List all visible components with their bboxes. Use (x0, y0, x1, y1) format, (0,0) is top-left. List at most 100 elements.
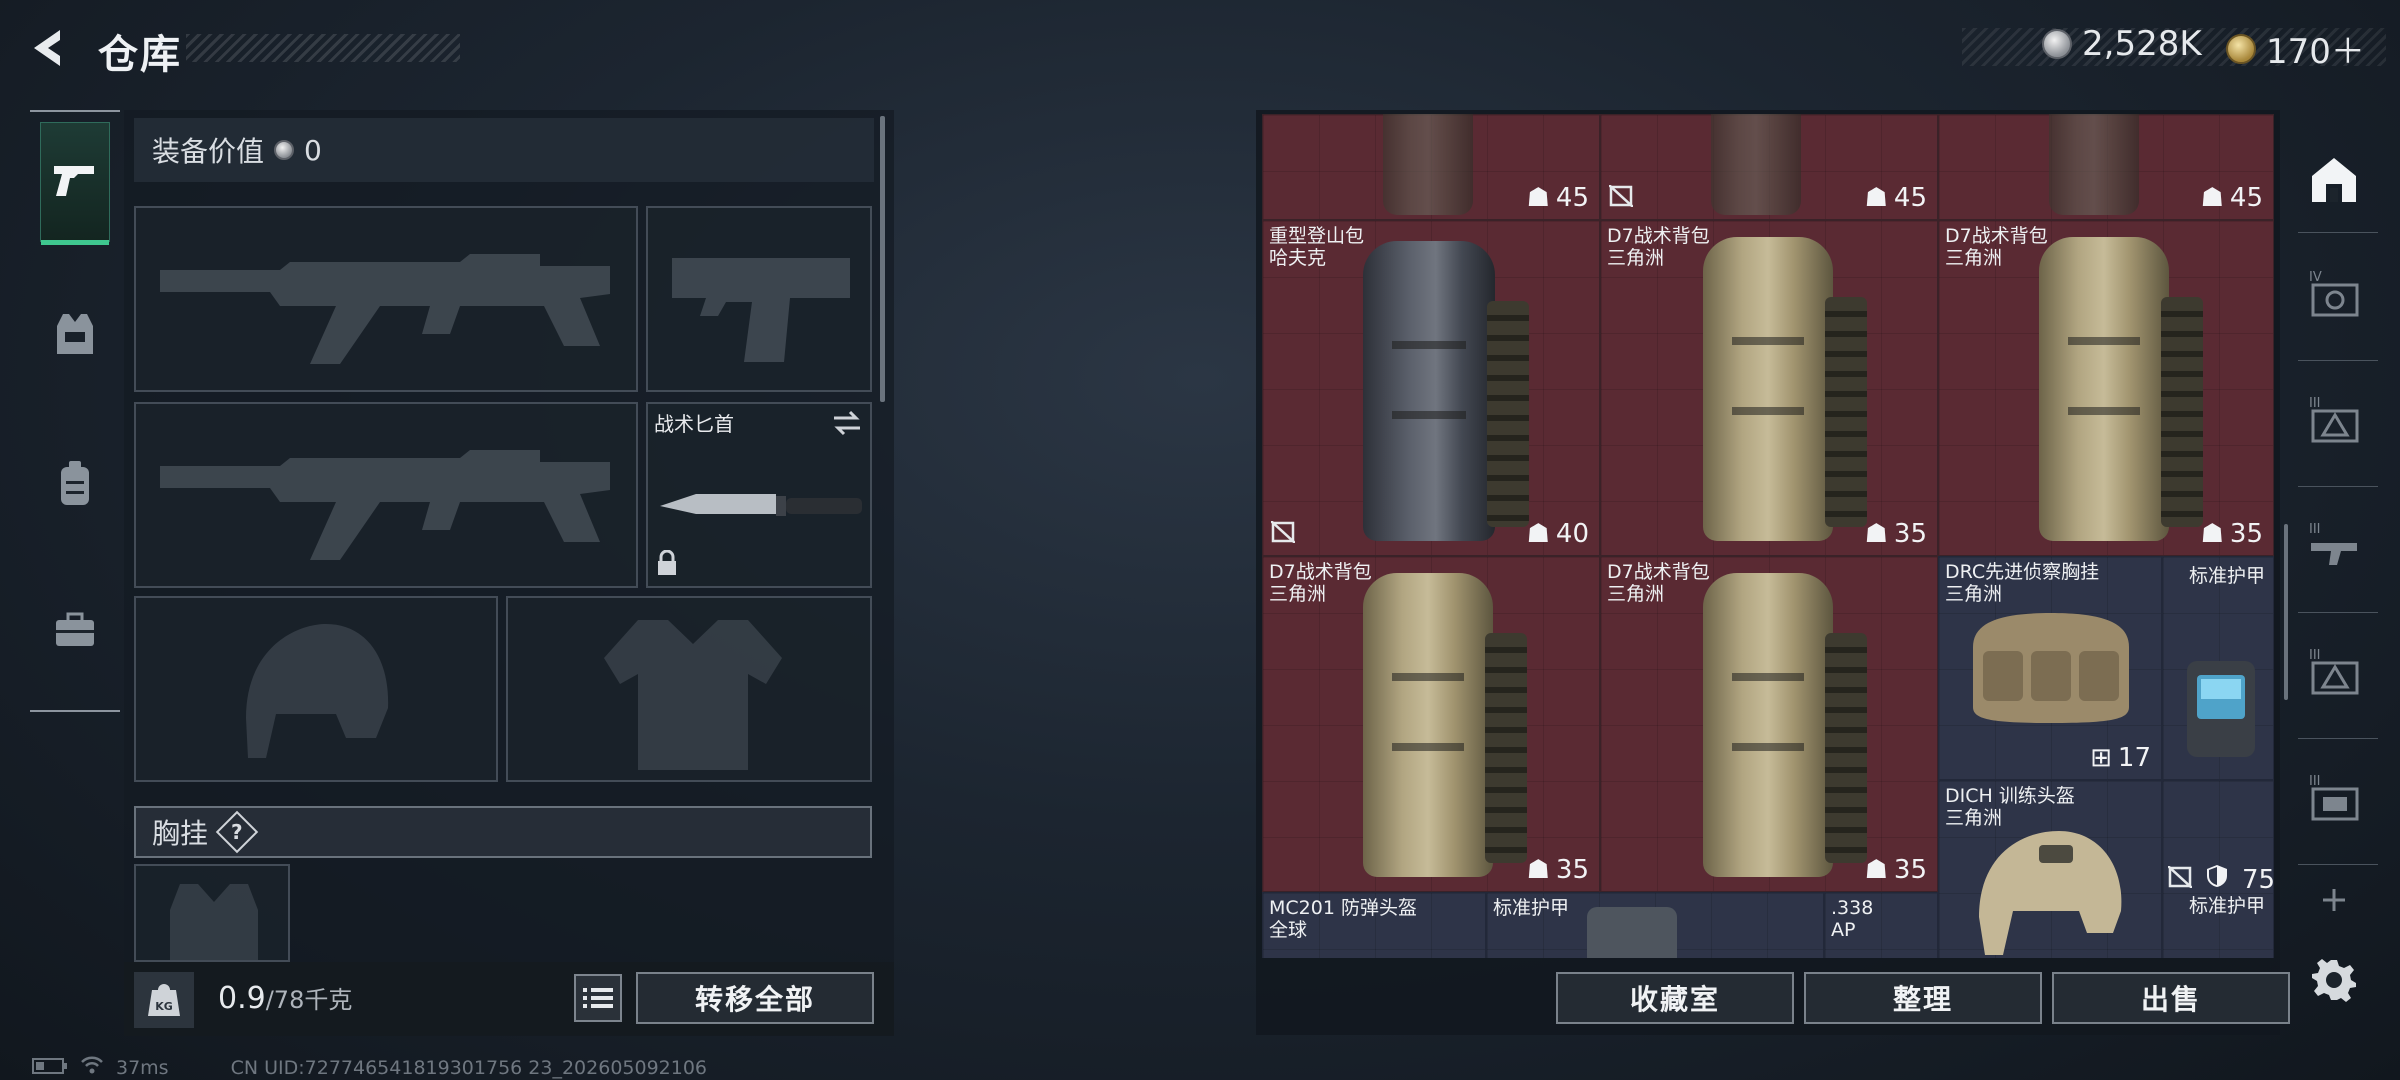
chest-rig-slot[interactable] (134, 864, 290, 962)
stash-item-backpack[interactable]: ☗ 45 (1938, 114, 2274, 220)
melee-name: 战术匕首 (654, 412, 734, 436)
uid-text: CN UID:727746541819301756 23_20260509210… (230, 1056, 708, 1079)
equipment-value-label: 装备价值 (152, 135, 265, 168)
d7-backpack-image (1703, 573, 1867, 877)
silver-coin-icon (274, 140, 295, 160)
stash-item-armor[interactable]: 标准护甲 (1486, 892, 1824, 958)
primary-weapon-slot-2[interactable] (134, 402, 638, 588)
stash-item-ammo[interactable]: .338 AP (1824, 892, 1938, 958)
capacity-badge: ☗ 35 (2200, 519, 2263, 549)
equipment-value: 0 (304, 133, 322, 167)
chest-rig-section-header: 胸挂 ? (134, 806, 872, 858)
rail-divider (30, 110, 120, 112)
silver-currency[interactable]: 2,528K (2042, 24, 2202, 64)
chest-rig-label: 胸挂 (152, 817, 209, 850)
stash-item-d7-backpack[interactable]: D7战术背包 三角洲 ☗ 35 (1262, 556, 1600, 892)
slot-count-badge: ⊞ 17 (2090, 743, 2151, 773)
shield-icon (2206, 864, 2228, 895)
tactical-knife-icon (660, 494, 862, 516)
back-arrow-icon[interactable] (26, 26, 70, 70)
d7-backpack-image (1363, 573, 1527, 877)
title-decoration (186, 34, 460, 62)
svg-text:III: III (2309, 522, 2321, 537)
svg-text:III: III (2309, 648, 2321, 663)
stash-item-chest-rig[interactable]: DRC先进侦察胸挂 三角洲 ⊞ 17 (1938, 556, 2162, 780)
tier-iii-gun-icon[interactable]: III (2304, 516, 2364, 576)
d7-backpack-image (1703, 237, 1867, 541)
body-armor-slot[interactable] (506, 596, 872, 782)
stash-item-helmet[interactable]: DICH 训练头盔 三角洲 (1938, 780, 2162, 958)
weight-readout: 0.9/78千克 (218, 980, 352, 1016)
rail-divider (30, 710, 120, 712)
item-name: 标准护甲 (2188, 565, 2265, 587)
vest-icon (55, 312, 95, 360)
tab-backpack[interactable] (40, 426, 110, 546)
status-bar: 37ms CN UID:727746541819301756 23_202605… (32, 1056, 707, 1079)
stash-item-d7-backpack[interactable]: D7战术背包 三角洲 ☗ 35 (1600, 220, 1938, 556)
organize-button[interactable]: 整理 (1804, 972, 2042, 1024)
heavy-backpack-image (1363, 241, 1529, 541)
weight-icon: KG (134, 972, 194, 1028)
gold-coin-icon (2226, 33, 2256, 64)
helmet-badges: 75 (2167, 864, 2274, 895)
settings-gear-icon[interactable] (2304, 950, 2364, 1010)
capacity-icon: ☗ (1864, 519, 1888, 549)
sidearm-slot[interactable] (646, 206, 872, 392)
tier-iii-triangle-icon[interactable]: III (2304, 390, 2364, 450)
capacity-icon: ☗ (2200, 183, 2224, 213)
list-view-button[interactable] (574, 974, 622, 1022)
collection-room-button[interactable]: 收藏室 (1556, 972, 1794, 1024)
add-category-icon[interactable] (2304, 870, 2364, 930)
tier-iv-item-icon[interactable]: IV (2304, 264, 2364, 324)
backpack-image (1711, 114, 1801, 215)
stash-item-armor-plate[interactable]: 标准护甲 (2162, 556, 2274, 780)
toolbox-icon (54, 612, 96, 652)
svg-text:III: III (2309, 774, 2321, 789)
stash-item-helmet[interactable]: MC201 防弹头盔 全球 (1262, 892, 1486, 958)
pistol-icon (52, 160, 98, 204)
wifi-icon (80, 1056, 104, 1079)
capacity-icon: ☗ (1526, 183, 1550, 213)
gold-currency[interactable]: 170＋ (2226, 24, 2365, 73)
capacity-badge: ☗ 45 (1526, 183, 1589, 213)
stash-item-backpack[interactable]: ☗ 45 (1262, 114, 1600, 220)
stash-category-rail: IV III III III III (2290, 114, 2380, 1014)
tier-iii-item-icon[interactable]: III (2304, 768, 2364, 828)
swap-icon[interactable] (832, 410, 862, 440)
capacity-icon: ☗ (2200, 519, 2224, 549)
list-icon (583, 988, 613, 1008)
capacity-badge: ☗ 35 (1526, 855, 1589, 885)
stash-home-icon[interactable] (2304, 150, 2364, 210)
tab-tools[interactable] (40, 572, 110, 692)
capacity-badge: ☗ 45 (2200, 183, 2263, 213)
stash-item-d7-backpack[interactable]: D7战术背包 三角洲 ☗ 35 (1600, 556, 1938, 892)
sell-button[interactable]: 出售 (2052, 972, 2290, 1024)
rifle-silhouette-icon (160, 254, 610, 364)
item-name: D7战术背包 三角洲 (1269, 561, 1372, 605)
stash-item-backpack[interactable]: ☗ 45 (1600, 114, 1938, 220)
capacity-icon: ☗ (1526, 519, 1550, 549)
equipment-scrollbar[interactable] (880, 116, 885, 402)
primary-weapon-slot-1[interactable] (134, 206, 638, 392)
stash-scrollbar[interactable] (2284, 524, 2288, 700)
item-name: D7战术背包 三角洲 (1607, 561, 1710, 605)
tab-armor[interactable] (40, 276, 110, 396)
svg-text:IV: IV (2309, 270, 2322, 285)
item-name: D7战术背包 三角洲 (1607, 225, 1710, 269)
svg-text:III: III (2309, 396, 2321, 411)
helmet-slot[interactable] (134, 596, 498, 782)
help-icon[interactable]: ? (215, 810, 259, 854)
stash-grid[interactable]: ☗ 45 ☗ 45 ☗ 45 重型登山包 哈夫克 ☗ 40 D7战术背包 三角洲 ☗ 35 D… (1262, 114, 2274, 958)
equipment-value-bar: 装备价值 0 (134, 118, 874, 182)
svg-text:KG: KG (155, 1000, 173, 1013)
tier-iii-triangle-icon[interactable]: III (2304, 642, 2364, 702)
page-title: 仓库 (98, 32, 182, 78)
helmet-silhouette-icon (246, 624, 389, 758)
item-name: D7战术背包 三角洲 (1945, 225, 2048, 269)
capacity-icon: ☗ (1864, 855, 1888, 885)
transfer-all-button[interactable]: 转移全部 (636, 972, 874, 1024)
stash-item-heavy-backpack[interactable]: 重型登山包 哈夫克 ☗ 40 (1262, 220, 1600, 556)
melee-slot[interactable]: 战术匕首 (646, 402, 872, 588)
tab-weapons[interactable] (40, 122, 110, 245)
stash-item-d7-backpack[interactable]: D7战术背包 三角洲 ☗ 35 (1938, 220, 2274, 556)
